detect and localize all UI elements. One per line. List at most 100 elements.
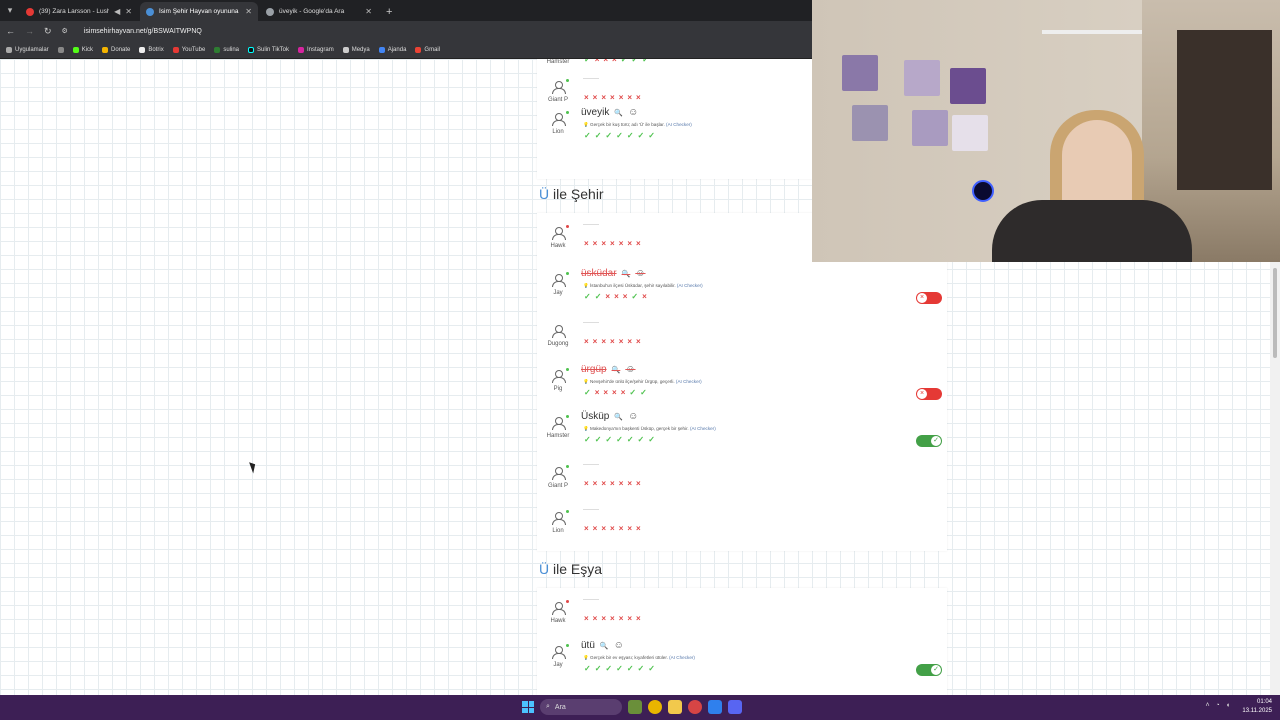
answer-text-group: üsküdar 🔍 ☺ xyxy=(581,268,646,279)
emoji-icon[interactable]: ☺ xyxy=(635,268,645,279)
poster-image xyxy=(952,115,988,151)
new-tab-icon[interactable]: + xyxy=(386,2,392,21)
taskbar-search[interactable]: ⌕ Ara xyxy=(540,699,622,715)
check-icon: ✓ xyxy=(594,292,602,301)
emoji-icon[interactable]: ☺ xyxy=(625,364,635,375)
search-icon[interactable]: 🔍 xyxy=(600,642,609,650)
check-icon: ✓ xyxy=(629,388,637,397)
valid-toggle[interactable]: ✓ xyxy=(916,435,942,447)
ai-note-text: İstanbul'un ilçesi Üsküdar, şehir sayıla… xyxy=(590,283,676,288)
bookmark-label: Botrix xyxy=(148,46,164,53)
invalid-toggle[interactable]: × xyxy=(916,292,942,304)
app-icon[interactable] xyxy=(688,700,702,714)
bulb-icon: 💡 xyxy=(583,283,590,288)
vote-marks: ✓ × × × ✓ ✓ ✓ xyxy=(584,59,649,64)
bookmark-gmail[interactable]: Gmail xyxy=(415,46,440,53)
tab-search-icon[interactable]: ▾ xyxy=(0,0,20,21)
site-favicon-icon xyxy=(146,7,154,16)
close-icon[interactable]: ✕ xyxy=(125,7,132,16)
volume-icon[interactable]: ◖ xyxy=(1226,702,1230,709)
vote-marks: × × × × × × × xyxy=(584,240,641,248)
mute-icon[interactable]: ◀ xyxy=(114,7,120,16)
status-dot xyxy=(566,600,569,603)
page-scrollbar[interactable] xyxy=(1270,262,1280,695)
gmail-icon xyxy=(415,46,422,53)
bookmark-tiktok[interactable]: Sulin TikTok xyxy=(248,46,290,53)
answer-text: üsküdar xyxy=(581,268,617,279)
site-info-icon[interactable]: ⚙ xyxy=(62,27,68,35)
ai-note: 💡 Nevşehir'de ünlü ilçe/şehir Ürgüp, geç… xyxy=(583,379,702,385)
close-icon[interactable]: ✕ xyxy=(245,7,252,16)
search-icon[interactable]: 🔍 xyxy=(614,413,623,421)
bookmark-medya[interactable]: Medya xyxy=(342,46,370,53)
player-name: Hawk xyxy=(550,243,566,249)
bookmark-label: Sulin TikTok xyxy=(257,46,290,53)
bookmark-donate[interactable]: Donate xyxy=(102,46,130,53)
back-arrow-icon[interactable]: ← xyxy=(6,26,15,36)
chrome-icon[interactable] xyxy=(648,700,662,714)
check-icon: ✓ xyxy=(640,388,647,397)
search-icon[interactable]: 🔍 xyxy=(614,109,623,117)
status-dot xyxy=(566,111,569,114)
bookmark-youtube[interactable]: YouTube xyxy=(172,46,205,53)
answer-text: üveyik xyxy=(581,107,610,118)
player-avatar: Lion xyxy=(543,111,573,135)
person-icon xyxy=(552,325,566,338)
tab-title: (39) Zara Larsson - Lush Li xyxy=(39,8,110,15)
check-icon: ✓ xyxy=(631,59,639,64)
tab-2[interactable]: üveyik - Google'da Ara ✕ xyxy=(260,2,378,21)
apps-grid-icon xyxy=(6,46,12,53)
scrollbar-thumb[interactable] xyxy=(1273,268,1277,358)
search-icon[interactable]: 🔍 xyxy=(612,366,621,374)
bookmark-apps[interactable]: Uygulamalar xyxy=(6,46,49,53)
check-icon: ✓ xyxy=(594,435,602,444)
vote-marks: × × × × × × × xyxy=(584,615,641,623)
status-dot xyxy=(566,644,569,647)
clock[interactable]: 01:04 13.11.2025 xyxy=(1242,698,1272,716)
close-icon[interactable]: ✕ xyxy=(365,7,372,16)
bookmark-instagram[interactable]: Instagram xyxy=(298,46,334,53)
widget-icon[interactable] xyxy=(628,700,642,714)
windows-start-icon[interactable] xyxy=(522,701,534,713)
search-placeholder: Ara xyxy=(554,703,566,711)
section-letter: Ü xyxy=(539,186,550,202)
check-icon: ✓ xyxy=(637,664,645,673)
bulb-icon: 💡 xyxy=(583,655,590,660)
cross-icon: × xyxy=(601,524,607,533)
check-icon: ✓ xyxy=(584,131,591,140)
forward-arrow-icon[interactable]: → xyxy=(25,26,34,36)
wifi-icon[interactable]: ◔ xyxy=(1216,702,1220,709)
reload-icon[interactable]: ↻ xyxy=(44,26,52,37)
chevron-up-icon[interactable]: ˄ xyxy=(1205,702,1209,709)
url-field[interactable]: isimsehirhayvan.net/g/BSWAITWPNQ xyxy=(84,28,202,35)
search-icon[interactable]: 🔍 xyxy=(622,270,631,278)
answer-row: Jay üsküdar 🔍 ☺ 💡 İstanbul'un ilçesi Üsküdar… xyxy=(537,260,947,312)
check-icon: ✓ xyxy=(584,388,591,397)
invalid-toggle[interactable]: × xyxy=(916,388,942,400)
tab-0[interactable]: (39) Zara Larsson - Lush Li ◀ ✕ xyxy=(20,2,138,21)
discord-icon[interactable] xyxy=(728,700,742,714)
file-explorer-icon[interactable] xyxy=(668,700,682,714)
poster-image xyxy=(904,60,940,96)
section-title: Ü ile Şehir xyxy=(539,186,604,202)
emoji-icon[interactable]: ☺ xyxy=(628,411,638,422)
bookmark-sulina[interactable]: sulina xyxy=(214,46,239,53)
bookmark-ajanda[interactable]: Ajanda xyxy=(378,46,406,53)
empty-answer-dash xyxy=(583,78,599,79)
emoji-icon[interactable]: ☺ xyxy=(628,107,638,118)
tab-1[interactable]: İsim Şehir Hayvan oyununa ka ✕ xyxy=(140,2,258,21)
bookmark-kick[interactable]: Kick xyxy=(72,46,93,53)
bookmark-grid[interactable] xyxy=(57,46,64,53)
cross-icon: × xyxy=(612,388,617,397)
window xyxy=(1177,30,1272,190)
ai-checker-tag: (AI Checker) xyxy=(675,283,703,288)
valid-toggle[interactable]: ✓ xyxy=(916,664,942,676)
cross-icon: × xyxy=(618,479,624,488)
app-icon[interactable] xyxy=(708,700,722,714)
emoji-icon[interactable]: ☺ xyxy=(614,640,624,651)
status-dot xyxy=(566,465,569,468)
check-icon: ✓ xyxy=(594,131,602,140)
bookmark-botrix[interactable]: Botrix xyxy=(139,46,164,53)
cross-icon: × xyxy=(642,292,647,301)
cross-icon: × xyxy=(610,524,615,533)
